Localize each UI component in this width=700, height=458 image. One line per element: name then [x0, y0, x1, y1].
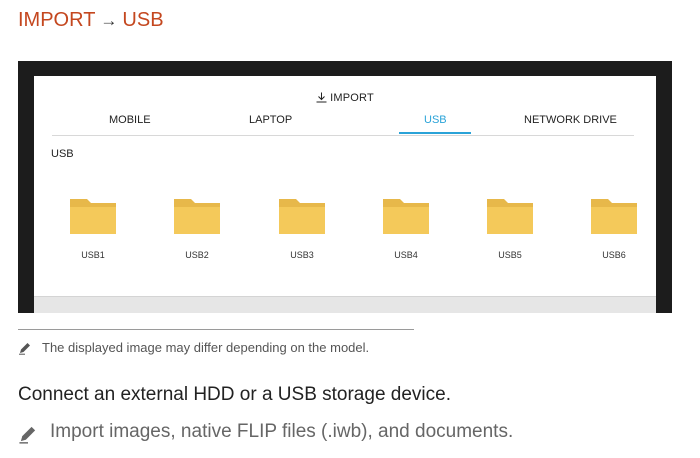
folder-label: USB5 — [498, 250, 522, 260]
folder-icon — [591, 199, 637, 234]
folder-usb1[interactable]: USB1 — [63, 195, 123, 260]
import-title-label: IMPORT — [330, 92, 374, 104]
folder-usb4[interactable]: USB4 — [376, 195, 436, 260]
screen-footer-bar — [34, 296, 656, 313]
tab-laptop[interactable]: LAPTOP — [249, 114, 292, 126]
tab-usb[interactable]: USB — [424, 114, 447, 126]
folder-usb3[interactable]: USB3 — [272, 195, 332, 260]
import-screen: IMPORT MOBILE LAPTOP USB NETWORK DRIVE U… — [34, 76, 656, 313]
folder-usb2[interactable]: USB2 — [167, 195, 227, 260]
folder-icon — [487, 199, 533, 234]
import-note-text: Import images, native FLIP files (.iwb),… — [50, 421, 514, 442]
instruction-text: Connect an external HDD or a USB storage… — [18, 384, 451, 405]
folder-icon — [70, 199, 116, 234]
active-tab-indicator — [399, 132, 471, 134]
folder-label: USB4 — [394, 250, 418, 260]
folder-label: USB6 — [602, 250, 626, 260]
section-title: USB — [51, 148, 74, 160]
folder-label: USB3 — [290, 250, 314, 260]
display-bezel: IMPORT MOBILE LAPTOP USB NETWORK DRIVE U… — [18, 61, 672, 313]
heading-import: IMPORT — [18, 9, 96, 31]
model-note: The displayed image may differ depending… — [18, 340, 369, 355]
import-note: Import images, native FLIP files (.iwb),… — [18, 421, 514, 444]
heading-arrow: → — [100, 11, 118, 30]
page-heading: IMPORT → USB — [18, 9, 164, 32]
folder-label: USB2 — [185, 250, 209, 260]
folder-usb5[interactable]: USB5 — [480, 195, 540, 260]
download-icon — [316, 92, 327, 103]
folder-label: USB1 — [81, 250, 105, 260]
folder-icon — [174, 199, 220, 234]
tab-network-drive[interactable]: NETWORK DRIVE — [524, 114, 617, 126]
divider — [18, 329, 414, 330]
pencil-icon — [19, 343, 30, 355]
heading-usb: USB — [122, 9, 164, 31]
pencil-icon — [19, 426, 36, 444]
import-title: IMPORT — [34, 92, 656, 104]
tab-mobile[interactable]: MOBILE — [109, 114, 151, 126]
folder-icon — [383, 199, 429, 234]
folder-usb6[interactable]: USB6 — [584, 195, 644, 260]
model-note-text: The displayed image may differ depending… — [42, 340, 370, 355]
folder-icon — [279, 199, 325, 234]
source-tabs: MOBILE LAPTOP USB NETWORK DRIVE — [52, 109, 634, 136]
